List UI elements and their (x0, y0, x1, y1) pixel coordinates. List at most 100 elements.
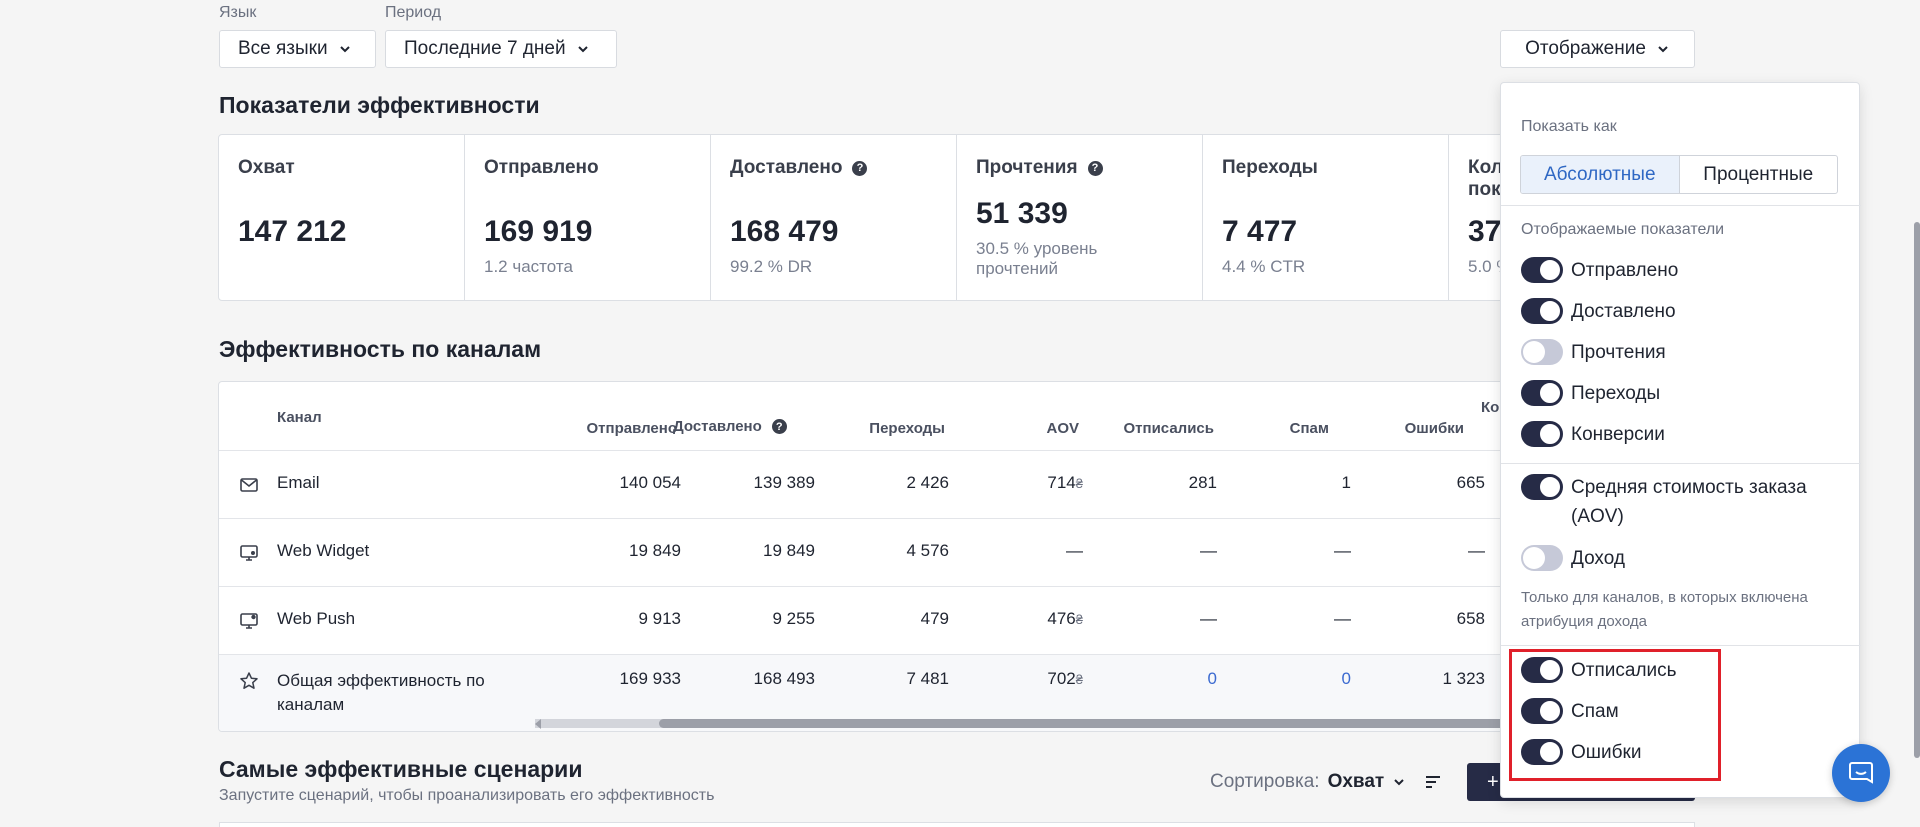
toggle-revenue[interactable] (1521, 545, 1563, 571)
currency-symbol: ₴ (1075, 672, 1083, 687)
toggle-knob (1539, 476, 1561, 498)
sort-value: Охват (1327, 771, 1385, 792)
cell-unsubscribed: 281 (1188, 473, 1217, 492)
column-header-channel[interactable]: Канал (277, 409, 322, 426)
language-filter-label: Язык (219, 4, 257, 21)
toggle-label: Доход (1571, 548, 1625, 569)
page-scrollbar-thumb[interactable] (1914, 222, 1920, 758)
toggle-label: Прочтения (1571, 342, 1666, 363)
toggle-knob (1523, 547, 1545, 569)
help-icon[interactable]: ? (852, 160, 868, 176)
column-header-clicks[interactable]: Переходы (839, 420, 945, 437)
show-as-absolute-option[interactable]: Абсолютные (1521, 156, 1680, 193)
kpi-card-value: 147 212 (238, 215, 347, 248)
cell-unsubscribed: — (1200, 541, 1217, 560)
period-select-value: Последние 7 дней (404, 38, 566, 59)
scenarios-section-title: Самые эффективные сценарии (219, 756, 583, 782)
toggle-clicks[interactable] (1521, 380, 1563, 406)
table-row[interactable]: Web Widget 19 849 19 849 4 576 — — — — (219, 518, 1537, 586)
cell-clicks: 7 481 (906, 669, 949, 688)
toggle-label: Средняя стоимость заказа (AOV) (1571, 477, 1807, 527)
scroll-left-arrow-icon[interactable] (535, 719, 541, 729)
channels-table: Канал Отправлено Доставлено? Переходы AO… (218, 381, 1538, 732)
toggle-knob (1539, 423, 1561, 445)
language-select-value: Все языки (238, 38, 328, 59)
cell-clicks: 479 (920, 609, 949, 628)
currency-symbol: ₴ (1075, 476, 1083, 491)
channel-name: Общая эффективность по каналам (277, 671, 485, 714)
kpi-card-title: Отправлено (484, 157, 599, 178)
help-icon[interactable]: ? (771, 419, 787, 434)
kpi-card-sub: 30.5 % уровень прочтений (976, 239, 1098, 278)
display-settings-label: Отображение (1525, 38, 1646, 59)
toggle-conversions[interactable] (1521, 421, 1563, 447)
cell-sent: 140 054 (619, 473, 681, 492)
toggle-label: Переходы (1571, 383, 1661, 404)
table-row[interactable]: Email 140 054 139 389 2 426 714₴ 281 1 6… (219, 450, 1537, 518)
language-select[interactable]: Все языки (219, 30, 376, 68)
channel-name: Web Push (277, 609, 356, 628)
horizontal-scrollbar-thumb[interactable] (659, 719, 1537, 728)
currency-symbol: ₴ (1075, 612, 1083, 627)
toggle-sent[interactable] (1521, 257, 1563, 283)
sort-control[interactable]: Сортировка: Охват (1210, 771, 1442, 793)
column-header-conversions[interactable]: Ко (1481, 399, 1499, 416)
kpi-card-value: 168 479 (730, 215, 839, 248)
cell-aov: 714₴ (953, 473, 1083, 493)
kpi-card-value: 51 339 (976, 197, 1068, 230)
toggle-knob (1523, 341, 1545, 363)
highlight-box (1509, 649, 1721, 781)
show-as-percent-option[interactable]: Процентные (1680, 156, 1838, 193)
cell-errors: 1 323 (1442, 669, 1485, 688)
column-header-delivered-label: Доставлено (673, 418, 762, 435)
kpi-card-delivered: Доставлено? 168 479 99.2 % DR (711, 135, 957, 300)
cell-delivered: 19 849 (763, 541, 815, 560)
period-select[interactable]: Последние 7 дней (385, 30, 617, 68)
divider (1501, 645, 1861, 646)
kpi-card-sub: 99.2 % DR (730, 257, 813, 276)
chat-button[interactable] (1832, 744, 1890, 802)
column-header-sent[interactable]: Отправлено (567, 420, 678, 437)
toggle-reads[interactable] (1521, 339, 1563, 365)
display-settings-panel: Показать как Абсолютные Процентные Отобр… (1500, 82, 1861, 798)
toggle-delivered[interactable] (1521, 298, 1563, 324)
cell-errors: 658 (1456, 609, 1485, 628)
cell-unsubscribed: 0 (1207, 669, 1217, 688)
toggle-aov[interactable] (1521, 474, 1563, 500)
kpi-card-title: Прочтения (976, 157, 1078, 178)
column-header-aov[interactable]: AOV (959, 420, 1079, 437)
divider (1501, 205, 1861, 206)
kpi-card-sub: 1.2 частота (484, 257, 573, 276)
column-header-unsubscribed[interactable]: Отписались (1079, 420, 1214, 437)
kpi-card-title: Охват (238, 157, 295, 178)
cell-sent: 19 849 (629, 541, 681, 560)
kpi-card-title: Переходы (1222, 157, 1318, 178)
cell-delivered: 9 255 (772, 609, 815, 628)
chevron-down-icon (1658, 46, 1668, 53)
column-header-delivered[interactable]: Доставлено? (673, 418, 787, 435)
kpi-card-reads: Прочтения? 51 339 30.5 % уровень прочтен… (957, 135, 1203, 300)
metrics-label: Отображаемые показатели (1521, 221, 1725, 238)
display-settings-button[interactable]: Отображение (1500, 30, 1695, 68)
kpi-card-clicks: Переходы 7 477 4.4 % CTR (1203, 135, 1449, 300)
column-header-errors[interactable]: Ошибки (1329, 420, 1464, 437)
channels-section-title: Эффективность по каналам (219, 336, 542, 362)
table-row[interactable]: Web Push 9 913 9 255 479 476₴ — — 658 (219, 586, 1537, 654)
scenarios-card (219, 822, 1695, 827)
web-widget-icon (240, 545, 258, 561)
period-filter-label: Период (385, 4, 442, 21)
sort-order-icon[interactable] (1424, 774, 1442, 790)
show-as-segmented-control: Абсолютные Процентные (1520, 155, 1838, 194)
help-icon[interactable]: ? (1087, 160, 1103, 176)
kpi-cards: Охват 147 212 Отправлено 169 919 1.2 час… (218, 134, 1538, 301)
mail-icon (240, 478, 258, 492)
kpi-card-sent: Отправлено 169 919 1.2 частота (465, 135, 711, 300)
column-header-spam[interactable]: Спам (1219, 420, 1329, 437)
kpi-section-title: Показатели эффективности (219, 92, 540, 118)
toggle-knob (1539, 300, 1561, 322)
cell-aov: 476₴ (953, 609, 1083, 629)
sort-label: Сортировка: (1210, 771, 1320, 792)
cell-clicks: 4 576 (906, 541, 949, 560)
scenarios-subtitle: Запустите сценарий, чтобы проанализирова… (219, 787, 715, 804)
toggle-label: Доставлено (1571, 301, 1676, 322)
